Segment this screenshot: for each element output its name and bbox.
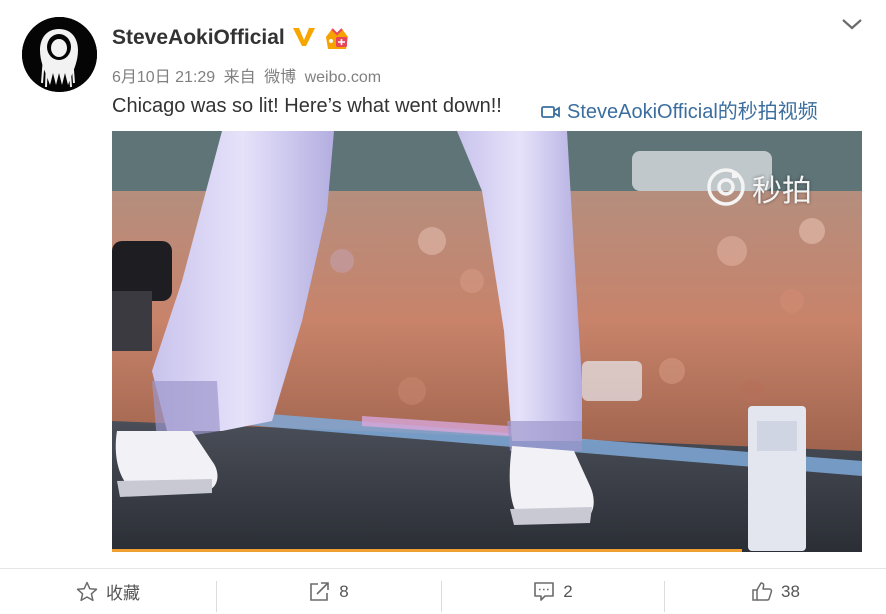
- avatar[interactable]: [22, 17, 97, 92]
- comment-button[interactable]: 2: [442, 569, 664, 614]
- watermark-text: 秒拍: [752, 175, 812, 208]
- comment-count: 2: [563, 581, 573, 601]
- repost-icon: [310, 582, 330, 601]
- like-count: 38: [781, 581, 800, 601]
- miaopai-logo-icon: [707, 168, 745, 206]
- comment-icon: [534, 582, 555, 601]
- source-prefix: 来自: [223, 69, 256, 86]
- post-timestamp[interactable]: 6月10日 21:29: [112, 69, 215, 86]
- skull-logo-icon: [22, 17, 97, 92]
- like-button[interactable]: 38: [665, 569, 886, 614]
- thumbs-up-icon: [752, 582, 773, 601]
- source-domain[interactable]: weibo.com: [305, 69, 381, 86]
- favorite-label: 收藏: [106, 584, 140, 603]
- post-meta: 6月10日 21:29 来自 微博 weibo.com: [112, 63, 385, 87]
- favorite-button[interactable]: 收藏: [0, 569, 216, 614]
- repost-button[interactable]: 8: [217, 569, 441, 614]
- source-app[interactable]: 微博: [264, 69, 296, 86]
- star-icon: [76, 581, 98, 602]
- weibo-post: SteveAokiOfficial 6月10日 21:29 来自 微博 weib…: [0, 0, 886, 614]
- action-bar: 收藏 8 2 38: [0, 569, 886, 614]
- miaopai-watermark: 秒拍: [706, 166, 812, 210]
- video-link[interactable]: SteveAokiOfficial的秒拍视频: [541, 95, 818, 124]
- video-player[interactable]: 秒拍: [112, 131, 862, 552]
- video-camera-icon: [541, 106, 560, 118]
- video-link-label: SteveAokiOfficial的秒拍视频: [567, 101, 818, 123]
- member-medal-icon[interactable]: [323, 25, 351, 51]
- chevron-down-icon[interactable]: [841, 16, 863, 32]
- video-progress-bar[interactable]: [112, 549, 742, 552]
- post-text: Chicago was so lit! Here’s what went dow…: [112, 95, 502, 117]
- repost-count: 8: [339, 581, 349, 601]
- username[interactable]: SteveAokiOfficial: [112, 26, 285, 50]
- verified-v-badge-icon[interactable]: [292, 26, 316, 48]
